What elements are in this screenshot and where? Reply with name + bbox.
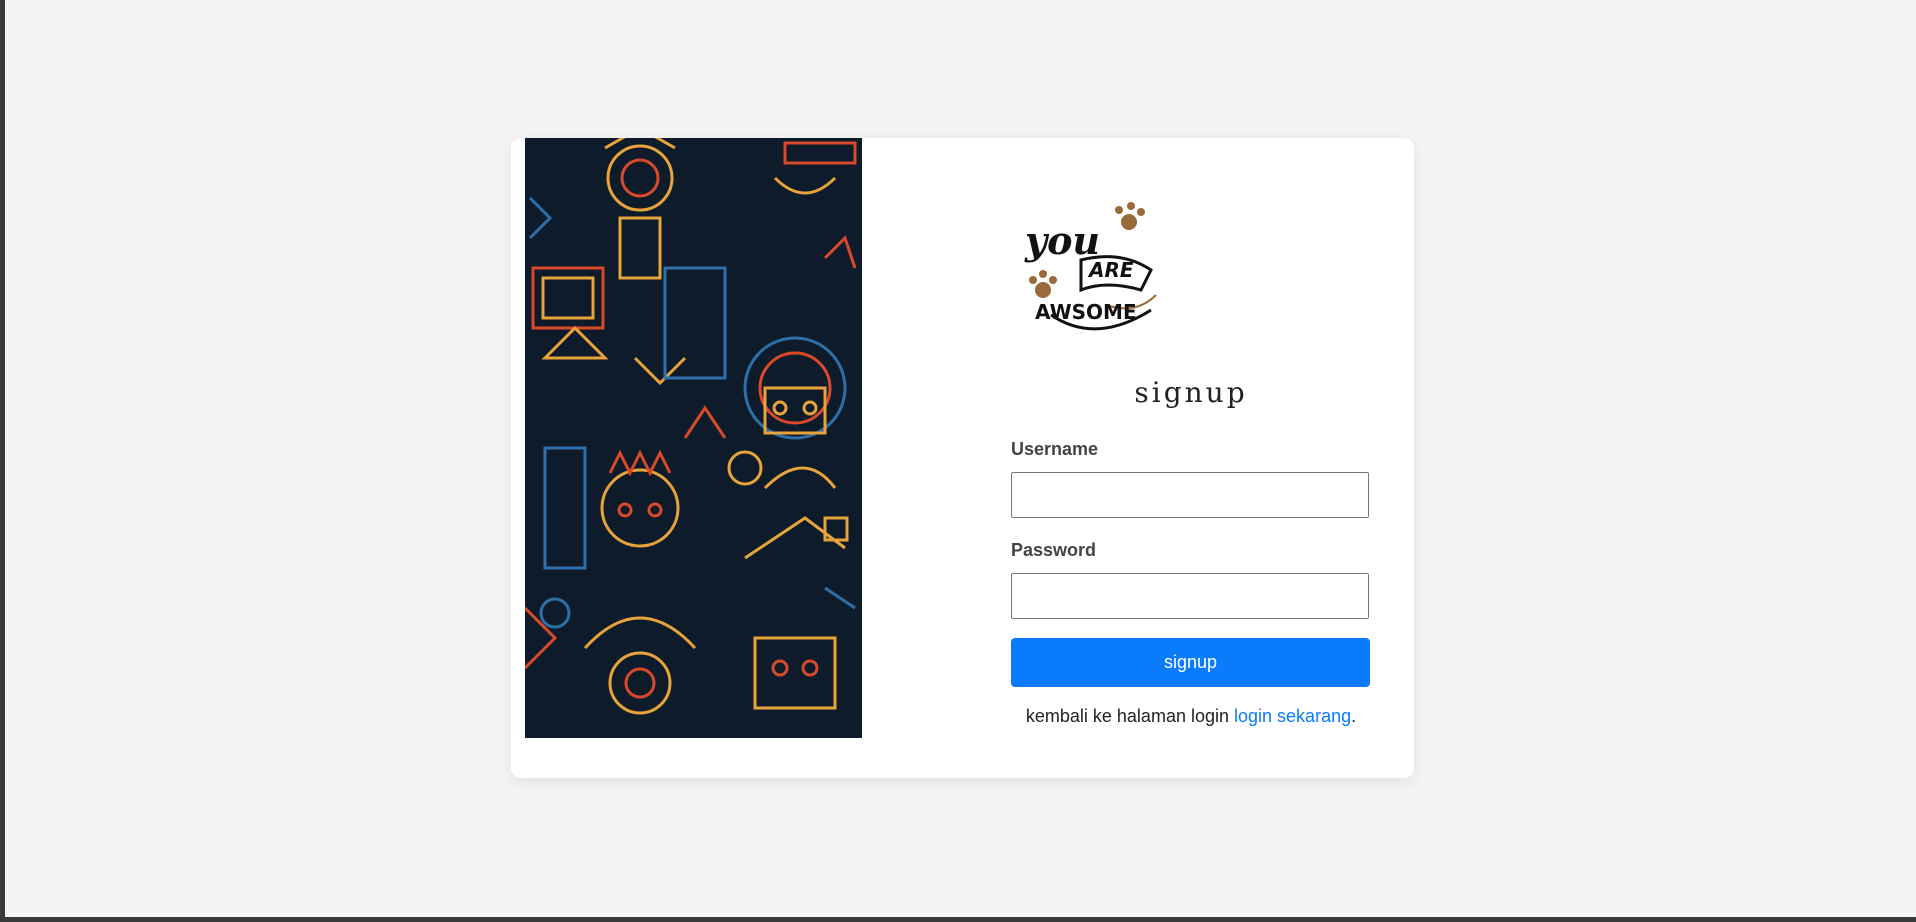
username-label: Username (1011, 439, 1099, 459)
signup-button[interactable]: signup (1011, 638, 1370, 687)
login-prompt-text: kembali ke halaman login (1025, 706, 1229, 726)
login-link[interactable]: login sekarang (1234, 706, 1351, 726)
signup-form: you ARE AWSOME signup Username Password … (1011, 138, 1371, 778)
password-input[interactable] (1011, 573, 1369, 619)
password-label: Password (1011, 540, 1097, 560)
page-title: signup (1134, 376, 1248, 409)
page-background: you ARE AWSOME signup Username Password … (5, 0, 1916, 917)
logo-text-you: you (1025, 218, 1101, 263)
logo-text-are: ARE (1089, 258, 1134, 282)
login-prompt-suffix: . (1351, 706, 1357, 726)
login-prompt: kembali ke halaman login login sekarang. (1011, 706, 1371, 727)
you-are-awesome-logo: you ARE AWSOME (1021, 200, 1171, 340)
signup-card: you ARE AWSOME signup Username Password … (511, 138, 1414, 778)
tribal-pattern-image (525, 138, 862, 738)
logo-text-awesome: AWSOME (1035, 300, 1137, 324)
username-input[interactable] (1011, 472, 1369, 518)
